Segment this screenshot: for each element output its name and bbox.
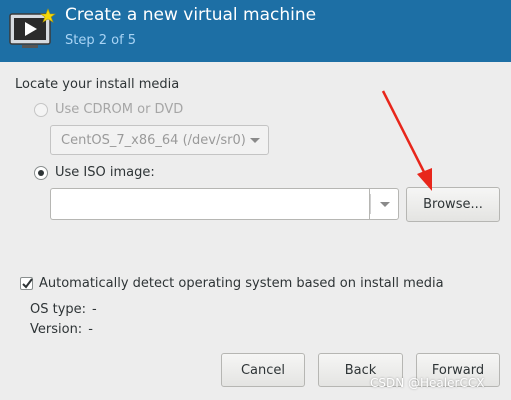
version-row: Version: - xyxy=(30,322,93,337)
os-type-label: OS type: xyxy=(30,302,87,317)
cdrom-radio xyxy=(34,102,48,117)
iso-radio[interactable] xyxy=(34,165,48,180)
os-type-value: - xyxy=(92,302,97,317)
auto-detect-option[interactable]: Automatically detect operating system ba… xyxy=(20,276,444,291)
iso-radio-label: Use ISO image: xyxy=(55,165,155,180)
cdrom-radio-label: Use CDROM or DVD xyxy=(55,102,184,117)
wizard-title: Create a new virtual machine xyxy=(65,5,317,25)
iso-path-input[interactable] xyxy=(50,188,370,220)
wizard-step-indicator: Step 2 of 5 xyxy=(65,33,137,48)
red-arrow-annotation xyxy=(381,90,432,191)
version-label: Version: xyxy=(30,322,83,337)
auto-detect-checkbox[interactable] xyxy=(20,277,33,290)
cdrom-device-value: CentOS_7_x86_64 (/dev/sr0) xyxy=(61,132,246,148)
cdrom-option: Use CDROM or DVD xyxy=(34,102,183,117)
watermark: CSDN @HealerCCX xyxy=(370,376,485,390)
auto-detect-label: Automatically detect operating system ba… xyxy=(39,276,444,291)
chevron-down-icon xyxy=(380,202,390,207)
version-value: - xyxy=(88,322,93,337)
cancel-button[interactable]: Cancel xyxy=(221,353,305,387)
cdrom-device-select: CentOS_7_x86_64 (/dev/sr0) xyxy=(50,125,269,155)
wizard-header: Create a new virtual machine Step 2 of 5 xyxy=(0,0,511,62)
checkmark-icon xyxy=(22,278,33,289)
os-type-row: OS type: - xyxy=(30,302,97,317)
chevron-down-icon xyxy=(250,138,260,143)
iso-option[interactable]: Use ISO image: xyxy=(34,165,155,180)
install-media-heading: Locate your install media xyxy=(15,77,180,92)
virtual-machine-icon xyxy=(9,8,56,48)
